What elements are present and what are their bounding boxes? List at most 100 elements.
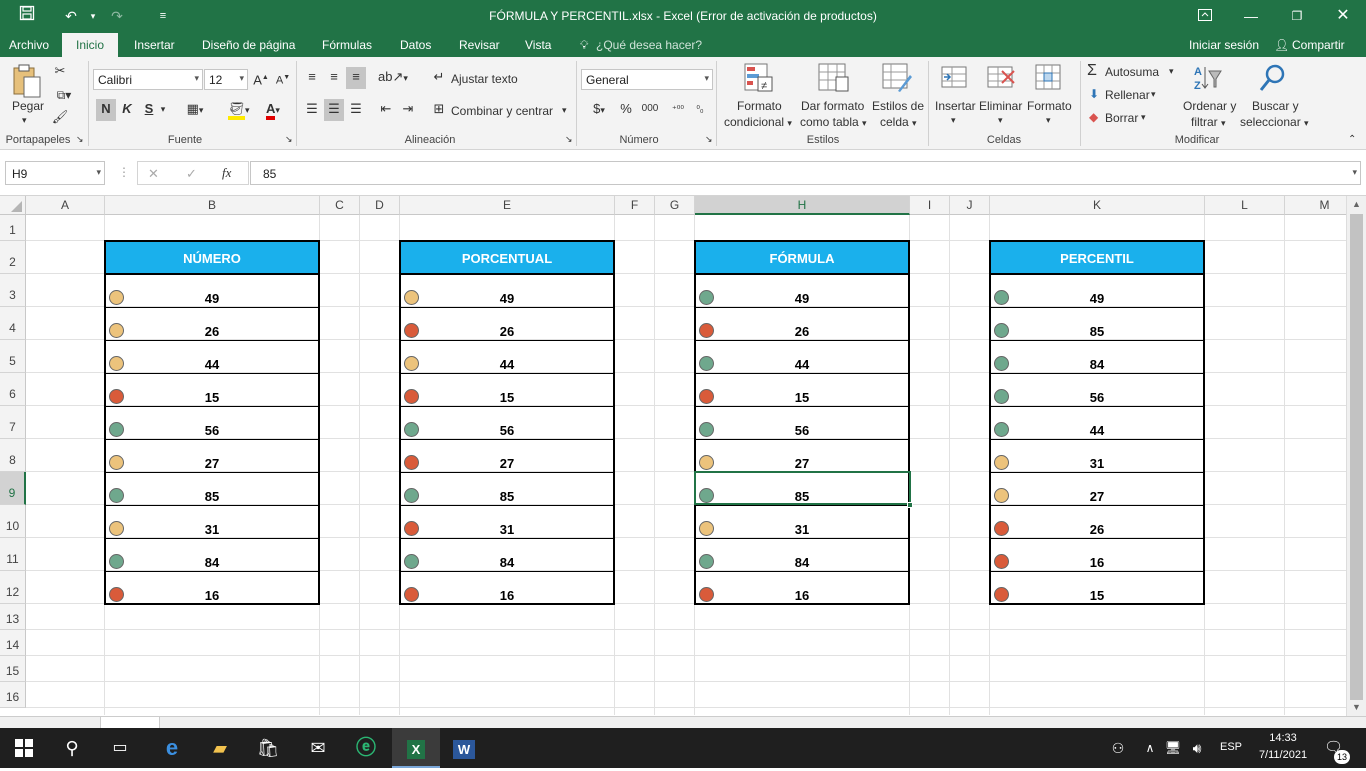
table-row[interactable]: 31: [106, 506, 318, 539]
name-box[interactable]: H9 ▾: [5, 161, 105, 185]
format-cells-button[interactable]: Formato: [1027, 99, 1072, 113]
cell-styles-button[interactable]: celda ▾: [880, 115, 917, 129]
column-header-i[interactable]: I: [910, 196, 950, 215]
ribbon-display-icon[interactable]: [1192, 5, 1218, 27]
format-as-table-label-1[interactable]: Dar formato: [801, 99, 864, 113]
cell-styles-label-1[interactable]: Estilos de: [872, 99, 924, 113]
clock-time[interactable]: 14:33: [1256, 732, 1310, 744]
paste-dropdown-icon[interactable]: ▾: [22, 115, 27, 126]
tab-diseno-pagina[interactable]: Diseño de página: [202, 38, 295, 52]
network-icon[interactable]: 🖥︎: [1162, 728, 1184, 768]
mail-icon[interactable]: ✉: [294, 728, 342, 768]
font-size-select[interactable]: 12 ▾: [204, 69, 248, 90]
table-header[interactable]: PORCENTUAL: [401, 242, 613, 275]
decrease-indent-icon[interactable]: ⇤: [376, 99, 396, 121]
edu-app-icon[interactable]: ⓔ: [342, 728, 390, 768]
increase-indent-icon[interactable]: ⇥: [398, 99, 418, 121]
select-all-corner[interactable]: [0, 196, 26, 215]
table-row[interactable]: 16: [696, 572, 908, 605]
insert-cells-button[interactable]: Insertar: [935, 99, 976, 113]
row-header-10[interactable]: 10: [0, 505, 26, 538]
table-row[interactable]: 31: [991, 440, 1203, 473]
autosum-button[interactable]: Autosuma: [1105, 65, 1159, 79]
table-row[interactable]: 44: [106, 341, 318, 374]
column-header-a[interactable]: A: [26, 196, 105, 215]
align-bottom-icon[interactable]: ≡: [346, 67, 366, 89]
selected-cell-h9[interactable]: [694, 471, 911, 505]
table-row[interactable]: 16: [991, 539, 1203, 572]
chevron-down-icon[interactable]: ▾: [1141, 112, 1146, 123]
scroll-down-icon[interactable]: ▼: [1352, 702, 1361, 712]
table-row[interactable]: 56: [991, 374, 1203, 407]
row-header-11[interactable]: 11: [0, 538, 26, 571]
align-top-icon[interactable]: ≡: [302, 67, 322, 89]
tab-revisar[interactable]: Revisar: [459, 38, 500, 52]
chevron-down-icon[interactable]: ▾: [1151, 89, 1156, 100]
chevron-down-icon[interactable]: ▾: [158, 99, 168, 121]
table-row[interactable]: 16: [401, 572, 613, 605]
table-row[interactable]: 26: [991, 506, 1203, 539]
insert-function-button[interactable]: fx: [222, 165, 231, 181]
column-header-l[interactable]: L: [1205, 196, 1285, 215]
tab-archivo[interactable]: Archivo: [9, 38, 49, 52]
font-name-select[interactable]: Calibri ▾: [93, 69, 203, 90]
wrap-text-icon[interactable]: ↵: [430, 67, 448, 89]
row-header-6[interactable]: 6: [0, 373, 26, 406]
cell-styles-icon[interactable]: [882, 63, 912, 96]
table-row[interactable]: 56: [401, 407, 613, 440]
table-row[interactable]: 56: [696, 407, 908, 440]
search-icon[interactable]: ⚲: [48, 728, 96, 768]
table-row[interactable]: 84: [991, 341, 1203, 374]
format-as-table-icon[interactable]: [818, 63, 850, 96]
cut-icon[interactable]: ✂: [50, 61, 70, 83]
chevron-down-icon[interactable]: ▾: [1046, 115, 1051, 126]
chevron-down-icon[interactable]: ▾: [951, 115, 956, 126]
align-left-icon[interactable]: ☰: [302, 99, 322, 121]
underline-button[interactable]: S: [140, 99, 158, 121]
sort-filter-icon[interactable]: AZ: [1192, 63, 1222, 96]
borders-icon[interactable]: ▦▾: [180, 99, 210, 121]
row-header-9[interactable]: 9: [0, 472, 26, 505]
insert-cells-icon[interactable]: [940, 63, 970, 96]
sort-filter-label-1[interactable]: Ordenar y: [1183, 99, 1236, 113]
row-header-15[interactable]: 15: [0, 656, 26, 682]
table-row[interactable]: 85: [991, 308, 1203, 341]
conditional-format-label-1[interactable]: Formato: [737, 99, 782, 113]
table-row[interactable]: 27: [401, 440, 613, 473]
font-color-icon[interactable]: A▾: [258, 99, 288, 121]
column-header-g[interactable]: G: [655, 196, 695, 215]
row-header-3[interactable]: 3: [0, 274, 26, 307]
fill-handle[interactable]: [907, 502, 913, 508]
increase-font-icon[interactable]: A▲: [252, 68, 270, 90]
table-row[interactable]: 44: [696, 341, 908, 374]
close-icon[interactable]: ✕: [1330, 5, 1356, 27]
font-launcher-icon[interactable]: ↘: [285, 134, 293, 145]
table-row[interactable]: 15: [401, 374, 613, 407]
edge-icon[interactable]: e: [148, 728, 196, 768]
row-header-8[interactable]: 8: [0, 439, 26, 472]
table-row[interactable]: 84: [106, 539, 318, 572]
wrap-text-button[interactable]: Ajustar texto: [451, 72, 518, 86]
table-row[interactable]: 84: [696, 539, 908, 572]
cancel-icon[interactable]: ✕: [148, 166, 159, 182]
clipboard-launcher-icon[interactable]: ↘: [76, 134, 84, 145]
eraser-icon[interactable]: ◆: [1089, 110, 1098, 124]
collapse-ribbon-icon[interactable]: ⌃: [1348, 134, 1356, 145]
table-row[interactable]: 44: [401, 341, 613, 374]
align-right-icon[interactable]: ☰: [346, 99, 366, 121]
column-header-j[interactable]: J: [950, 196, 990, 215]
table-row[interactable]: 27: [696, 440, 908, 473]
bold-button[interactable]: N: [96, 99, 116, 121]
find-select-button[interactable]: seleccionar ▾: [1240, 115, 1309, 129]
volume-icon[interactable]: 🔊︎: [1186, 728, 1208, 768]
tab-vista[interactable]: Vista: [525, 38, 551, 52]
delete-cells-button[interactable]: Eliminar: [979, 99, 1022, 113]
find-select-label-1[interactable]: Buscar y: [1252, 99, 1299, 113]
row-header-16[interactable]: 16: [0, 682, 26, 708]
paste-icon[interactable]: [10, 63, 44, 99]
format-cells-icon[interactable]: [1034, 63, 1064, 96]
increase-decimal-icon[interactable]: ⁺⁰⁰: [668, 99, 688, 121]
store-icon[interactable]: 🛍︎: [244, 728, 292, 768]
column-header-f[interactable]: F: [615, 196, 655, 215]
align-center-icon[interactable]: ☰: [324, 99, 344, 121]
